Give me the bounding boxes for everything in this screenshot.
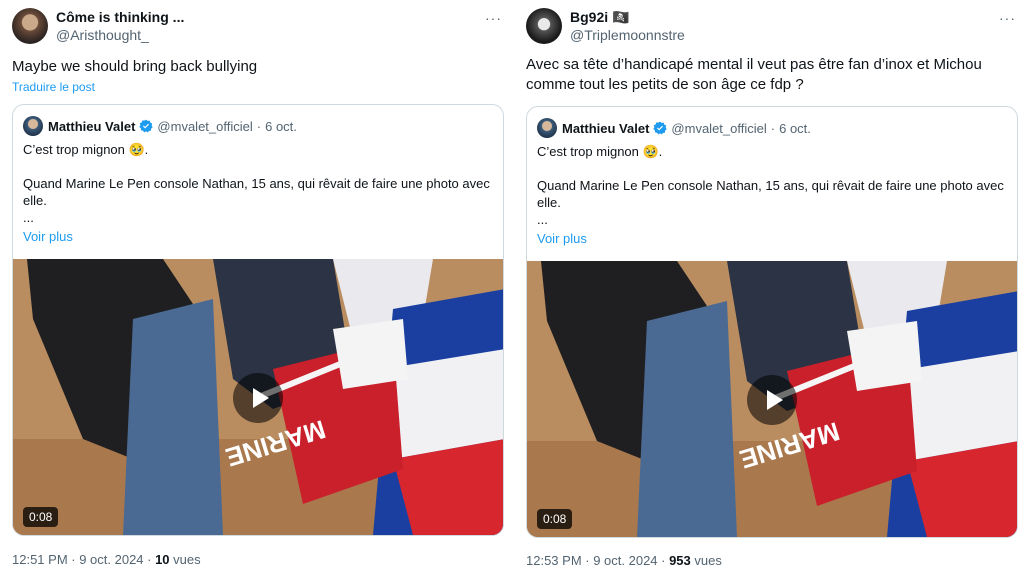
author-display-name[interactable]: Bg92i 🏴‍☠️: [570, 8, 685, 26]
verified-icon: [139, 119, 154, 133]
quote-header: Matthieu Valet @mvalet_officiel · 6 oct.: [23, 116, 297, 136]
translate-link[interactable]: Traduire le post: [12, 80, 95, 94]
more-icon[interactable]: ···: [485, 10, 502, 26]
author-display-name[interactable]: Côme is thinking ...: [56, 8, 184, 26]
quote-author-name[interactable]: Matthieu Valet: [562, 121, 649, 136]
avatar[interactable]: [12, 8, 48, 44]
video-duration: 0:08: [23, 507, 59, 527]
tweet-header: Bg92i 🏴‍☠️ @Triplemoonnstre ···: [524, 6, 1022, 46]
more-icon[interactable]: ···: [999, 10, 1016, 26]
author-handle[interactable]: @Triplemoonnstre: [570, 26, 685, 44]
quote-text: C’est trop mignon 🥹. Quand Marine Le Pen…: [23, 142, 490, 225]
tweet-text: Maybe we should bring back bullying: [12, 58, 258, 75]
tweet-right[interactable]: Bg92i 🏴‍☠️ @Triplemoonnstre ··· Avec sa …: [522, 0, 1022, 578]
author-handle[interactable]: @Aristhought_: [56, 26, 184, 44]
see-more-link[interactable]: Voir plus: [23, 229, 73, 244]
quote-date[interactable]: 6 oct.: [779, 121, 811, 136]
tweet-timestamp[interactable]: 12:53 PM · 9 oct. 2024 ·: [526, 553, 669, 568]
quote-header: Matthieu Valet @mvalet_officiel · 6 oct.: [537, 118, 811, 138]
verified-icon: [653, 121, 668, 135]
see-more-link[interactable]: Voir plus: [537, 231, 587, 246]
separator-dot: ·: [256, 118, 262, 134]
quote-author-name[interactable]: Matthieu Valet: [48, 119, 135, 134]
tweet-meta: 12:53 PM · 9 oct. 2024 · 953 vues: [526, 553, 722, 568]
quote-author-handle[interactable]: @mvalet_officiel: [671, 121, 766, 136]
avatar[interactable]: [537, 118, 557, 138]
quote-date[interactable]: 6 oct.: [265, 119, 297, 134]
avatar[interactable]: [23, 116, 43, 136]
tweet-timestamp[interactable]: 12:51 PM · 9 oct. 2024 ·: [12, 552, 155, 567]
author-names: Bg92i 🏴‍☠️ @Triplemoonnstre: [570, 8, 685, 44]
video-player[interactable]: MARINE 0:08: [527, 261, 1017, 537]
quoted-tweet[interactable]: Matthieu Valet @mvalet_officiel · 6 oct.…: [12, 104, 504, 536]
quote-author-handle[interactable]: @mvalet_officiel: [157, 119, 252, 134]
views-count: 953: [669, 553, 691, 568]
separator-dot: ·: [770, 120, 776, 136]
video-player[interactable]: MARINE 0:08: [13, 259, 503, 535]
tweet-header: Côme is thinking ... @Aristhought_ ···: [10, 6, 508, 46]
views-label: vues: [169, 552, 201, 567]
views-label: vues: [690, 553, 722, 568]
play-icon[interactable]: [747, 375, 797, 425]
tweet-text: Avec sa tête d’handicapé mental il veut …: [526, 56, 982, 93]
views-count: 10: [155, 552, 170, 567]
tweet-meta: 12:51 PM · 9 oct. 2024 · 10 vues: [12, 552, 201, 567]
tweet-left[interactable]: Côme is thinking ... @Aristhought_ ··· M…: [8, 0, 508, 578]
avatar[interactable]: [526, 8, 562, 44]
author-names: Côme is thinking ... @Aristhought_: [56, 8, 184, 44]
play-icon[interactable]: [233, 373, 283, 423]
video-duration: 0:08: [537, 509, 573, 529]
quoted-tweet[interactable]: Matthieu Valet @mvalet_officiel · 6 oct.…: [526, 106, 1018, 538]
quote-text: C’est trop mignon 🥹. Quand Marine Le Pen…: [537, 144, 1004, 227]
